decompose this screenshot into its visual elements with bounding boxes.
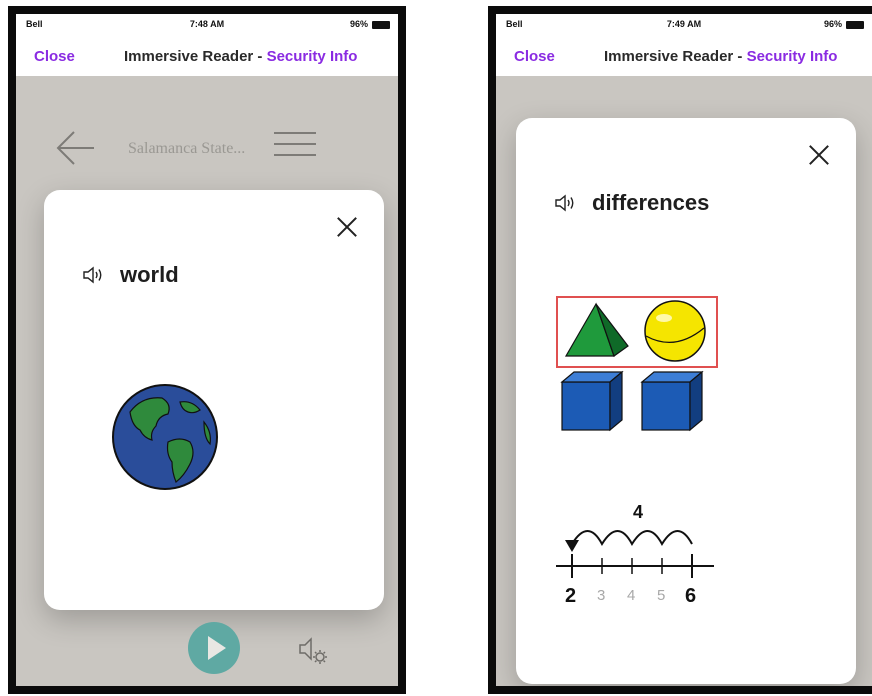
nav-title: Immersive Reader - Security Info (124, 48, 357, 65)
time-label: 7:49 AM (666, 19, 702, 29)
close-icon[interactable] (336, 216, 358, 238)
nav-bar: Close Immersive Reader - Security Info (496, 36, 872, 76)
close-icon[interactable] (808, 144, 830, 166)
word-row: world (82, 262, 179, 288)
number-line-diagram: 4 2 3 4 5 6 (556, 502, 714, 607)
tick-label-2: 2 (565, 585, 576, 607)
battery-label: 96% (349, 19, 368, 29)
cube-icon-left (560, 370, 624, 432)
nav-title-text: Immersive Reader - (124, 48, 267, 65)
word-row: differences (554, 190, 709, 216)
site-title: Salamanca State... (128, 140, 246, 157)
voice-settings-icon[interactable] (298, 636, 332, 666)
word-label: world (120, 262, 179, 287)
battery-icon (846, 21, 864, 29)
security-info-link[interactable]: Security Info (747, 48, 838, 65)
jump-label: 4 (633, 502, 643, 522)
speaker-icon[interactable] (82, 265, 106, 285)
close-button[interactable]: Close (34, 48, 75, 65)
left-phone: Bell 7:48 AM 96% Close Immersive Reader … (8, 6, 406, 694)
right-screen: Bell 7:49 AM 96% Close Immersive Reader … (496, 14, 872, 686)
play-button[interactable] (188, 622, 240, 674)
tick-label-4: 4 (627, 587, 635, 604)
nav-title-text: Immersive Reader - (604, 48, 747, 65)
battery-icon (372, 21, 390, 29)
back-arrow-icon (56, 131, 94, 165)
menu-icon (274, 132, 316, 165)
close-button[interactable]: Close (514, 48, 555, 65)
pyramid-icon (564, 302, 629, 357)
sphere-icon (644, 300, 706, 362)
nav-title: Immersive Reader - Security Info (604, 48, 837, 65)
picture-dictionary-card: differences 4 2 3 4 5 6 (516, 118, 856, 684)
status-bar: Bell 7:49 AM 96% (496, 14, 872, 36)
tick-label-6: 6 (685, 585, 696, 607)
globe-icon (112, 384, 218, 490)
cube-icon-right (640, 370, 704, 432)
background-page-header: Salamanca State... (16, 122, 398, 172)
picture-dictionary-card: world (44, 190, 384, 610)
right-phone: Bell 7:49 AM 96% Close Immersive Reader … (488, 6, 872, 694)
tick-label-3: 3 (597, 587, 605, 604)
speaker-icon[interactable] (554, 193, 578, 213)
tick-label-5: 5 (657, 587, 665, 604)
nav-bar: Close Immersive Reader - Security Info (16, 36, 398, 76)
status-bar: Bell 7:48 AM 96% (16, 14, 398, 36)
left-screen: Bell 7:48 AM 96% Close Immersive Reader … (16, 14, 398, 686)
shapes-illustration (556, 296, 718, 432)
word-label: differences (592, 190, 710, 215)
security-info-link[interactable]: Security Info (267, 48, 358, 65)
time-label: 7:48 AM (189, 19, 225, 29)
battery-label: 96% (823, 19, 842, 29)
